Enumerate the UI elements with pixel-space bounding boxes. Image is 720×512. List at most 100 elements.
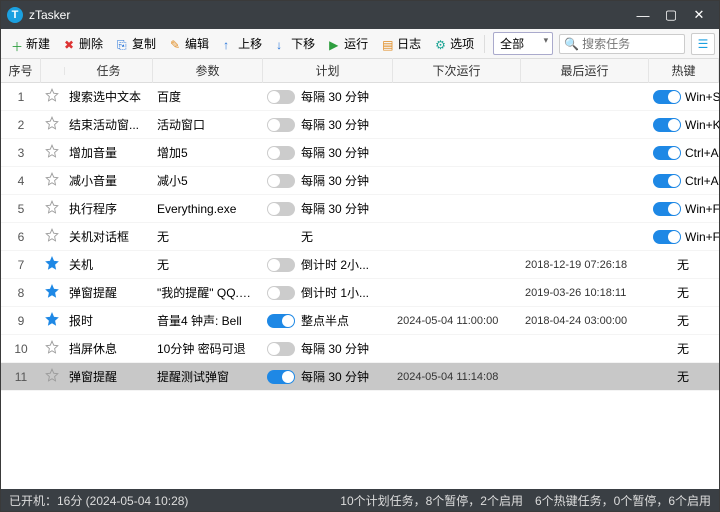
- log-button[interactable]: ▤日志: [376, 32, 427, 55]
- favorite-star[interactable]: [41, 256, 65, 273]
- hotkey-toggle[interactable]: [653, 202, 681, 216]
- maximize-button[interactable]: ▢: [657, 7, 685, 23]
- cell-param: 音量4 钟声: Bell: [153, 312, 263, 329]
- cell-seq: 2: [1, 118, 41, 132]
- cell-seq: 9: [1, 314, 41, 328]
- cell-plan: 每隔 30 分钟: [263, 144, 393, 161]
- run-button[interactable]: ▶运行: [323, 32, 374, 55]
- plan-toggle[interactable]: [267, 90, 295, 104]
- plan-toggle[interactable]: [267, 370, 295, 384]
- cell-task: 结束活动窗...: [65, 116, 153, 133]
- edit-label: 编辑: [185, 35, 209, 52]
- moveup-button[interactable]: ↑上移: [217, 32, 268, 55]
- new-button[interactable]: ＋新建: [5, 32, 56, 55]
- plan-toggle[interactable]: [267, 314, 295, 328]
- plan-toggle[interactable]: [267, 174, 295, 188]
- plan-toggle[interactable]: [267, 342, 295, 356]
- favorite-star[interactable]: [41, 144, 65, 161]
- favorite-star[interactable]: [41, 200, 65, 217]
- hotkey-toggle[interactable]: [653, 90, 681, 104]
- star-icon: [45, 88, 59, 102]
- close-button[interactable]: ✕: [685, 7, 713, 23]
- cell-param: "我的提醒" QQ.wav: [153, 284, 263, 301]
- cell-task: 报时: [65, 312, 153, 329]
- cell-param: Everything.exe: [153, 202, 263, 216]
- cell-seq: 5: [1, 202, 41, 216]
- hotkey-toggle[interactable]: [653, 146, 681, 160]
- log-label: 日志: [397, 35, 421, 52]
- favorite-star[interactable]: [41, 172, 65, 189]
- favorite-star[interactable]: [41, 368, 65, 385]
- cell-param: 增加5: [153, 144, 263, 161]
- col-plan[interactable]: 计划: [263, 58, 393, 83]
- star-icon: [45, 340, 59, 354]
- col-last[interactable]: 最后运行: [521, 58, 649, 83]
- edit-button[interactable]: ✎编辑: [164, 32, 215, 55]
- hotkey-toggle[interactable]: [653, 174, 681, 188]
- table-header: 序号 任务 参数 计划 下次运行 最后运行 热键: [1, 59, 719, 83]
- cell-task: 关机对话框: [65, 228, 153, 245]
- plan-toggle[interactable]: [267, 286, 295, 300]
- table-row[interactable]: 4减小音量减小5每隔 30 分钟Ctrl+Alt+↓: [1, 167, 719, 195]
- favorite-star[interactable]: [41, 88, 65, 105]
- col-hotkey[interactable]: 热键: [649, 58, 719, 83]
- favorite-star[interactable]: [41, 312, 65, 329]
- pencil-icon: ✎: [170, 38, 182, 50]
- table-row[interactable]: 1搜索选中文本百度每隔 30 分钟Win+S: [1, 83, 719, 111]
- table-row[interactable]: 3增加音量增加5每隔 30 分钟Ctrl+Alt+↑: [1, 139, 719, 167]
- task-list: 1搜索选中文本百度每隔 30 分钟Win+S2结束活动窗...活动窗口每隔 30…: [1, 83, 719, 489]
- copy-icon: ⎘: [117, 38, 129, 50]
- plan-toggle[interactable]: [267, 146, 295, 160]
- search-input[interactable]: [582, 37, 680, 51]
- table-row[interactable]: 10挡屏休息10分钟 密码可退每隔 30 分钟无: [1, 335, 719, 363]
- run-label: 运行: [344, 35, 368, 52]
- minimize-button[interactable]: —: [629, 8, 657, 23]
- options-label: 选项: [450, 35, 474, 52]
- cell-plan: 每隔 30 分钟: [263, 340, 393, 357]
- col-param[interactable]: 参数: [153, 58, 263, 83]
- plan-toggle[interactable]: [267, 118, 295, 132]
- app-logo-icon: T: [7, 7, 23, 23]
- plan-text: 每隔 30 分钟: [301, 340, 369, 357]
- table-row[interactable]: 9报时音量4 钟声: Bell整点半点2024-05-04 11:00:0020…: [1, 307, 719, 335]
- filter-dropdown[interactable]: 全部: [493, 32, 553, 55]
- plus-icon: ＋: [11, 38, 23, 50]
- table-row[interactable]: 11弹窗提醒提醒测试弹窗每隔 30 分钟2024-05-04 11:14:08无: [1, 363, 719, 391]
- plan-text: 每隔 30 分钟: [301, 200, 369, 217]
- cell-seq: 6: [1, 230, 41, 244]
- favorite-star[interactable]: [41, 228, 65, 245]
- col-next[interactable]: 下次运行: [393, 58, 521, 83]
- cell-param: 百度: [153, 88, 263, 105]
- col-task[interactable]: 任务: [65, 58, 153, 83]
- status-bar: 已开机：16分 (2024-05-04 10:28) 10个计划任务，8个暂停，…: [1, 489, 719, 511]
- search-box[interactable]: 🔍: [559, 34, 685, 54]
- cell-hotkey: Win+F4: [649, 230, 719, 244]
- delete-button[interactable]: ✖删除: [58, 32, 109, 55]
- table-row[interactable]: 6关机对话框无无Win+F4: [1, 223, 719, 251]
- favorite-star[interactable]: [41, 340, 65, 357]
- hotkey-text: Win+F: [685, 202, 719, 216]
- col-seq[interactable]: 序号: [1, 58, 41, 83]
- cell-seq: 8: [1, 286, 41, 300]
- movedown-button[interactable]: ↓下移: [270, 32, 321, 55]
- plan-text: 整点半点: [301, 312, 349, 329]
- hotkey-toggle[interactable]: [653, 230, 681, 244]
- table-row[interactable]: 2结束活动窗...活动窗口每隔 30 分钟Win+K: [1, 111, 719, 139]
- cell-param: 无: [153, 228, 263, 245]
- hotkey-toggle[interactable]: [653, 118, 681, 132]
- cell-plan: 每隔 30 分钟: [263, 368, 393, 385]
- table-row[interactable]: 7关机无倒计时 2小...2018-12-19 07:26:18无: [1, 251, 719, 279]
- favorite-star[interactable]: [41, 284, 65, 301]
- plan-toggle[interactable]: [267, 258, 295, 272]
- col-star[interactable]: [41, 67, 65, 75]
- cell-hotkey: 无: [649, 256, 719, 273]
- cell-last: 2019-03-26 10:18:11: [521, 287, 649, 299]
- cell-plan: 每隔 30 分钟: [263, 88, 393, 105]
- copy-button[interactable]: ⎘复制: [111, 32, 162, 55]
- options-button[interactable]: ⚙选项: [429, 32, 480, 55]
- table-row[interactable]: 8弹窗提醒"我的提醒" QQ.wav倒计时 1小...2019-03-26 10…: [1, 279, 719, 307]
- table-row[interactable]: 5执行程序Everything.exe每隔 30 分钟Win+F: [1, 195, 719, 223]
- favorite-star[interactable]: [41, 116, 65, 133]
- list-view-button[interactable]: ☰: [691, 33, 715, 55]
- plan-toggle[interactable]: [267, 202, 295, 216]
